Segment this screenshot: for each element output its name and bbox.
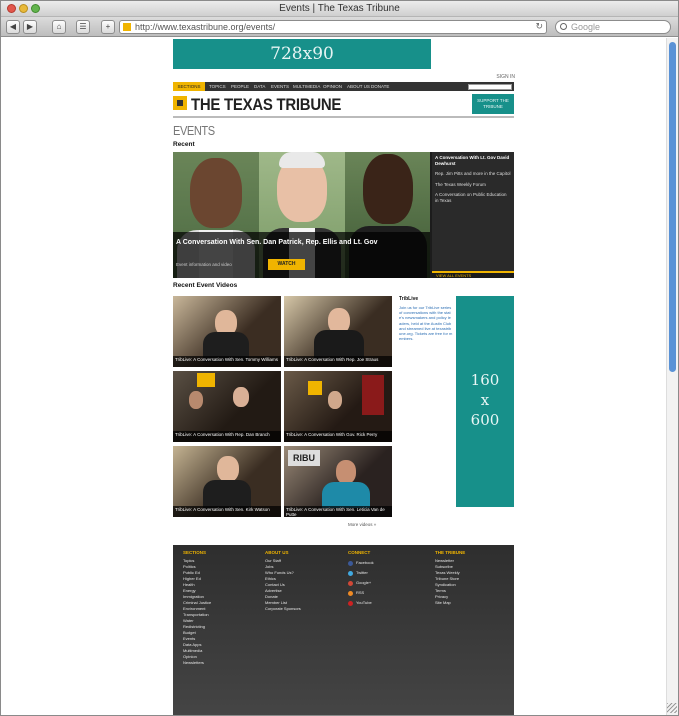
footer-column-connect: CONNECT Facebook Twitter Google+ RSS YouTube <box>348 550 374 608</box>
footer-social-link[interactable]: Facebook <box>348 558 374 568</box>
hero-side-item[interactable]: A Conversation on Public Education in Te… <box>435 192 511 203</box>
footer-column-about: ABOUT US Our Staff Jobs Who Funds Us? Ethics… <box>265 550 301 612</box>
video-caption[interactable]: TribLive: A Conversation With Rep. Joe S… <box>284 356 392 367</box>
title-bar: Events | The Texas Tribune <box>1 1 678 17</box>
nav-item[interactable]: DONATE <box>371 82 389 91</box>
footer-heading: ABOUT US <box>265 550 289 555</box>
site-favicon-icon <box>123 23 131 31</box>
forward-arrow-icon: ▶ <box>26 22 34 31</box>
back-button[interactable]: ◀ <box>6 20 20 34</box>
add-bookmark-button[interactable]: + <box>101 20 115 34</box>
window-resize-grip[interactable] <box>667 703 677 713</box>
hero-feature: A Conversation With Sen. Dan Patrick, Re… <box>173 152 514 278</box>
footer-column-tribune: THE TRIBUNE Newsletter Subscribe Texas Week… <box>435 550 465 606</box>
ad-size-line: 160 <box>470 371 500 389</box>
video-thumbnail[interactable]: RIBU TribLive: A Conversation With Sen. … <box>284 446 392 517</box>
hero-side-item[interactable]: The Texas Weekly Forum <box>435 182 511 188</box>
hero-side-item[interactable]: A Conversation With Lt. Gov David Dewhur… <box>435 155 511 166</box>
nav-item-sections[interactable]: SECTIONS <box>173 82 205 91</box>
footer-column-sections: SECTIONS Topics Politics Public Ed Higher Ed… <box>183 550 211 666</box>
side-skyscraper-ad[interactable]: 160 x 600 <box>456 296 514 507</box>
footer-heading: THE TRIBUNE <box>435 550 466 555</box>
hero-side-bar[interactable]: VIEW ALL EVENTS <box>432 271 514 278</box>
nav-item[interactable]: TOPICS <box>209 82 226 91</box>
plus-icon: + <box>105 22 111 31</box>
nav-item[interactable]: ABOUT US <box>347 82 370 91</box>
top-banner-ad[interactable]: 728x90 <box>173 39 431 69</box>
nav-item[interactable]: MULTIMEDIA <box>293 82 320 91</box>
search-placeholder: Google <box>571 22 601 32</box>
nav-item[interactable]: PEOPLE <box>231 82 249 91</box>
nav-item[interactable]: OPINION <box>323 82 342 91</box>
address-url: http://www.texastribune.org/events/ <box>135 22 276 32</box>
footer-heading: SECTIONS <box>183 550 207 555</box>
browser-window: Events | The Texas Tribune ◀ ▶ ⌂ ☰ + htt… <box>0 0 679 716</box>
sign-in-link[interactable]: SIGN IN <box>496 74 515 80</box>
search-icon <box>560 23 567 30</box>
footer-social-link[interactable]: Twitter <box>348 568 374 578</box>
bookmark-icon: ☰ <box>79 22 87 31</box>
hero-sidebar: A Conversation With Lt. Gov David Dewhur… <box>432 152 514 278</box>
video-thumbnail[interactable]: TribLive: A Conversation With Rep. Joe S… <box>284 296 392 367</box>
masthead: THE TEXAS TRIBUNE SUPPORT THE TRIBUNE <box>173 94 514 118</box>
footer-link[interactable]: Corporate Sponsors <box>265 606 301 612</box>
triblive-title: TribLive <box>399 296 419 302</box>
more-videos-link[interactable]: More videos » <box>348 522 376 527</box>
window-title: Events | The Texas Tribune <box>279 3 400 14</box>
back-arrow-icon: ◀ <box>9 22 17 31</box>
address-bar[interactable]: http://www.texastribune.org/events/ ↻ <box>119 20 547 34</box>
footer-social-link[interactable]: RSS <box>348 588 374 598</box>
site-search-input[interactable] <box>468 83 512 90</box>
ad-size-line: 600 <box>470 411 500 429</box>
footer-social-link[interactable]: Google+ <box>348 578 374 588</box>
page-viewport: 728x90 SIGN IN SECTIONS TOPICS PEOPLE DA… <box>1 38 666 715</box>
scrollbar-thumb[interactable] <box>669 42 676 372</box>
browser-toolbar: ◀ ▶ ⌂ ☰ + http://www.texastribune.org/ev… <box>1 17 678 37</box>
view-all-link[interactable]: VIEW ALL EVENTS <box>432 273 514 278</box>
triblive-text[interactable]: Join us for our TribLive series of conve… <box>399 305 453 341</box>
home-button[interactable]: ⌂ <box>52 20 66 34</box>
video-caption[interactable]: TribLive: A Conversation With Gov. Rick … <box>284 431 392 442</box>
video-caption[interactable]: TribLive: A Conversation With Sen. Kirk … <box>173 506 281 517</box>
nav-item[interactable]: EVENTS <box>271 82 289 91</box>
site-footer: SECTIONS Topics Politics Public Ed Higher Ed… <box>173 545 514 715</box>
main-nav: SECTIONS TOPICS PEOPLE DATA EVENTS MULTI… <box>173 82 514 91</box>
hero-side-item[interactable]: Rep. Jim Pitts and more in the Capitol <box>435 171 511 177</box>
video-caption[interactable]: TribLive: A Conversation With Sen. Tommy… <box>173 356 281 367</box>
triblive-column: TribLive Join us for our TribLive series… <box>399 296 453 341</box>
video-thumbnail[interactable]: TribLive: A Conversation With Sen. Tommy… <box>173 296 281 367</box>
watch-button[interactable]: WATCH <box>268 259 305 270</box>
search-field[interactable]: Google <box>555 20 671 34</box>
video-thumbnail[interactable]: TribLive: A Conversation With Sen. Kirk … <box>173 446 281 517</box>
videos-title: Recent Event Videos <box>173 282 238 289</box>
tribune-logo-icon <box>173 96 187 110</box>
video-thumbnail[interactable]: TribLive: A Conversation With Rep. Dan B… <box>173 371 281 442</box>
hero-image[interactable]: A Conversation With Sen. Dan Patrick, Re… <box>173 152 430 278</box>
video-caption[interactable]: TribLive: A Conversation With Rep. Dan B… <box>173 431 281 442</box>
video-caption[interactable]: TribLive: A Conversation With Sen. Letic… <box>284 506 392 517</box>
nav-item[interactable]: DATA <box>254 82 265 91</box>
footer-link[interactable]: Newsletters <box>183 660 211 666</box>
page-title: EVENTS <box>173 123 215 138</box>
hero-meta: Event information and video <box>176 262 232 267</box>
video-thumbnail[interactable]: TribLive: A Conversation With Gov. Rick … <box>284 371 392 442</box>
featured-label: Recent <box>173 141 195 148</box>
bookmarks-button[interactable]: ☰ <box>76 20 90 34</box>
home-icon: ⌂ <box>56 22 62 31</box>
footer-link[interactable]: Site Map <box>435 600 465 606</box>
footer-heading: CONNECT <box>348 550 371 555</box>
vertical-scrollbar[interactable] <box>666 38 678 715</box>
site-logo[interactable]: THE TEXAS TRIBUNE <box>191 95 341 115</box>
support-button[interactable]: SUPPORT THE TRIBUNE <box>472 94 514 114</box>
ad-size-line: x <box>480 391 490 409</box>
hero-caption[interactable]: A Conversation With Sen. Dan Patrick, Re… <box>176 239 412 247</box>
footer-social-link[interactable]: YouTube <box>348 598 374 608</box>
reload-icon[interactable]: ↻ <box>535 21 543 32</box>
forward-button[interactable]: ▶ <box>23 20 37 34</box>
